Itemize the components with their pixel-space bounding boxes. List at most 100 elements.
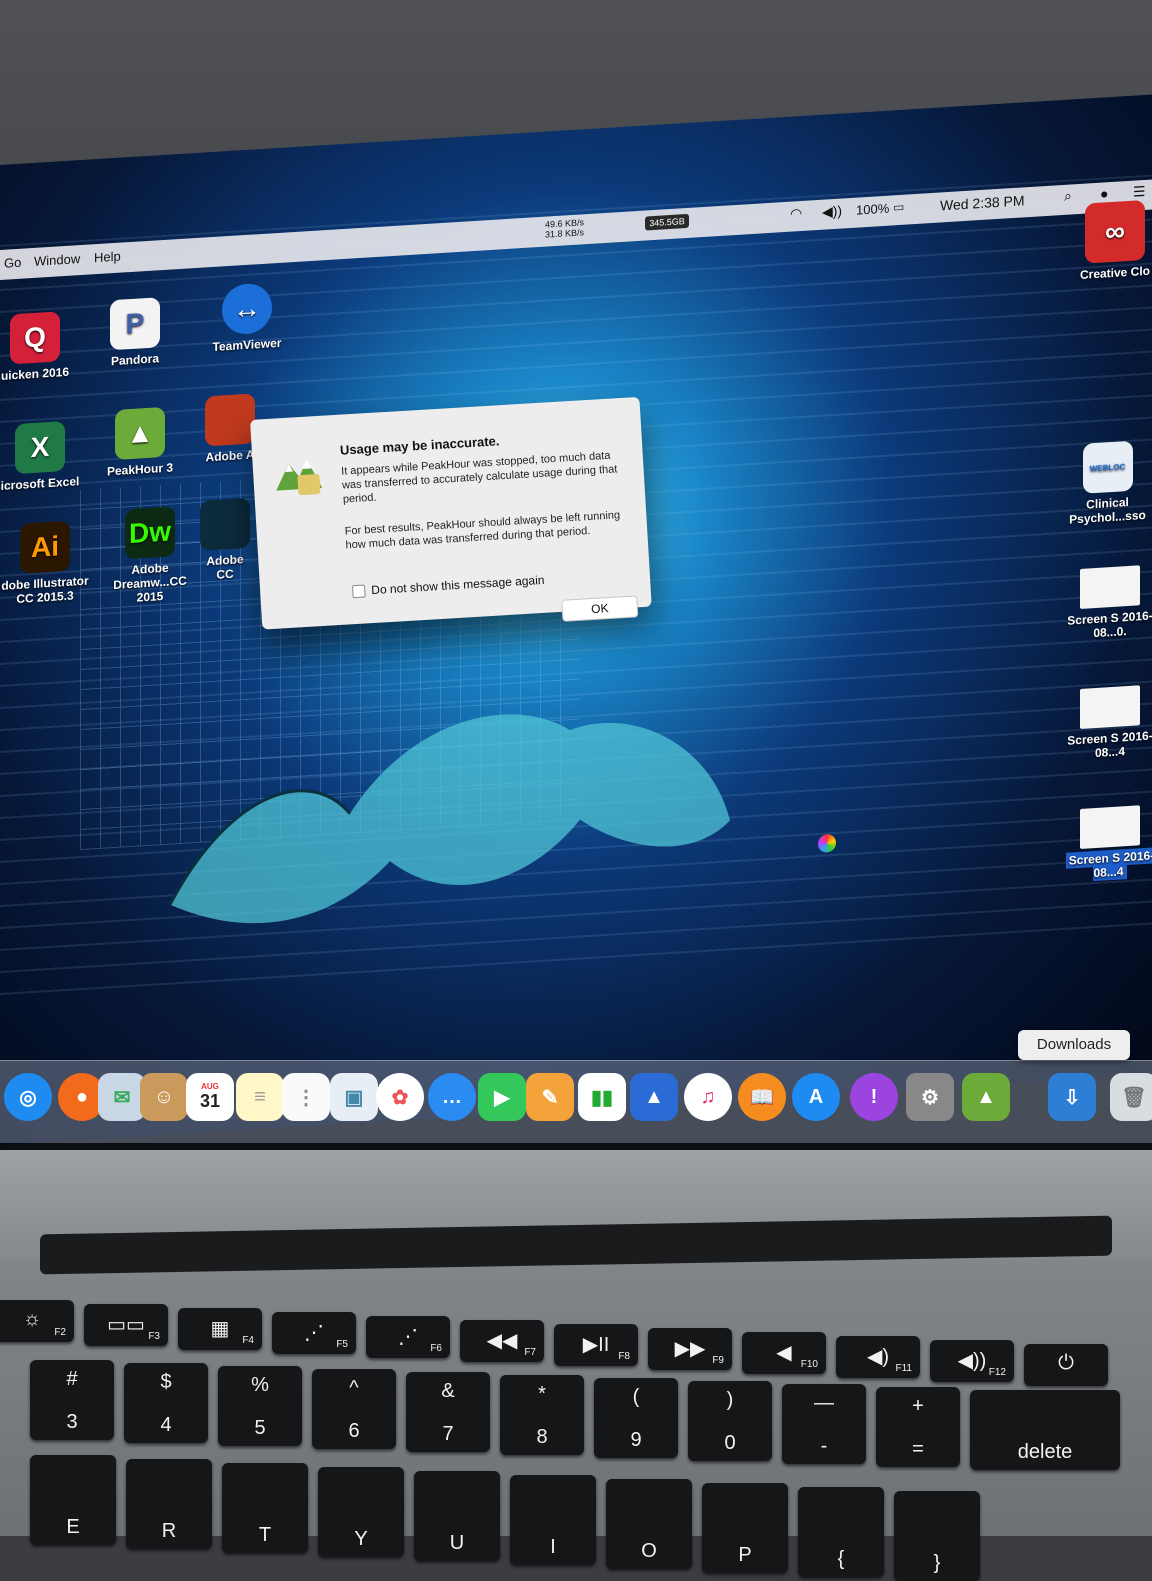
- desktop-icon-creative-cloud[interactable]: ∞ Creative Clo: [1070, 199, 1152, 283]
- messages-icon[interactable]: …: [428, 1073, 476, 1121]
- system-preferences-icon[interactable]: ⚙: [906, 1073, 954, 1121]
- function-key[interactable]: ◀) F11: [836, 1336, 920, 1378]
- number-key[interactable]: + =: [876, 1387, 960, 1467]
- number-key[interactable]: * 8: [500, 1375, 584, 1455]
- delete-key[interactable]: delete: [970, 1390, 1120, 1470]
- function-key[interactable]: ▶II F8: [554, 1324, 638, 1366]
- facetime-icon[interactable]: ▶: [478, 1073, 526, 1121]
- desktop-icon-dreamweaver[interactable]: Dw Adobe Dreamw...CC 2015: [100, 505, 200, 607]
- fn-label: F5: [336, 1339, 348, 1350]
- wallpaper-figure: [168, 714, 730, 924]
- letter-key[interactable]: O: [606, 1479, 692, 1569]
- wifi-icon[interactable]: ◠: [790, 205, 802, 223]
- function-key[interactable]: ◀ F10: [742, 1332, 826, 1374]
- key-symbol: —: [814, 1392, 834, 1414]
- volume-icon[interactable]: ◀)): [822, 202, 842, 220]
- checkbox-icon[interactable]: [351, 584, 366, 599]
- menu-help[interactable]: Help: [94, 249, 121, 266]
- number-key[interactable]: — -: [782, 1384, 866, 1464]
- calendar-icon[interactable]: AUG 31: [186, 1073, 234, 1121]
- fn-label: F10: [800, 1359, 818, 1370]
- letter-key[interactable]: I: [510, 1475, 596, 1565]
- photos-icon[interactable]: ✿: [376, 1073, 424, 1121]
- notification-center-icon[interactable]: ☰: [1133, 183, 1146, 201]
- number-key[interactable]: #3: [30, 1360, 114, 1440]
- letter-key[interactable]: Y: [318, 1467, 404, 1557]
- ibooks-icon[interactable]: 📖: [738, 1073, 786, 1121]
- downloads-stack-icon[interactable]: ⇩: [1048, 1073, 1096, 1121]
- menu-window[interactable]: Window: [34, 251, 80, 269]
- battery-percent[interactable]: 100%: [856, 201, 889, 218]
- desktop-icon-peakhour[interactable]: ▲ PeakHour 3: [100, 406, 180, 479]
- screenshot-thumbnail-icon: [1080, 805, 1140, 849]
- number-key[interactable]: $4: [124, 1363, 208, 1443]
- pages-icon[interactable]: ✎: [526, 1073, 574, 1121]
- desktop-icon-adobe-cc[interactable]: Adobe CC: [200, 497, 250, 583]
- function-key[interactable]: ▶▶ F9: [648, 1328, 732, 1370]
- number-key[interactable]: % 5: [218, 1366, 302, 1446]
- letter-key[interactable]: U: [414, 1471, 500, 1561]
- letter-key[interactable]: E: [30, 1455, 116, 1545]
- function-key[interactable]: ☼ F2: [0, 1300, 74, 1342]
- webloc-file-icon: WEBLOC: [1082, 440, 1133, 494]
- siri-icon[interactable]: ●: [1100, 185, 1108, 202]
- trash-icon[interactable]: 🗑: [1110, 1073, 1152, 1121]
- safari-icon[interactable]: ◎: [4, 1073, 52, 1121]
- desktop-icon-clinical-psychol[interactable]: WEBLOC Clinical Psychol...sso: [1060, 439, 1152, 527]
- number-key[interactable]: & 7: [406, 1372, 490, 1452]
- peakhour-dock-icon[interactable]: ▲: [962, 1073, 1010, 1121]
- reminders-icon[interactable]: ⋮: [282, 1073, 330, 1121]
- key-symbol: ⏻: [1058, 1352, 1074, 1374]
- fn-label: F11: [895, 1363, 913, 1374]
- contacts-icon[interactable]: ☺: [140, 1073, 188, 1121]
- pandora-icon: P: [110, 297, 160, 351]
- desktop-icon-illustrator[interactable]: Ai dobe Illustrator CC 2015.3: [0, 519, 90, 607]
- podcast-icon[interactable]: !: [850, 1073, 898, 1121]
- keynote-icon[interactable]: ▲: [630, 1073, 678, 1121]
- fn-label: F3: [148, 1331, 160, 1342]
- ok-button[interactable]: OK: [561, 595, 639, 622]
- desktop-icon-screenshot-1[interactable]: Screen S 2016-08...0.: [1065, 564, 1152, 642]
- numbers-icon[interactable]: ▮▮: [578, 1073, 626, 1121]
- desktop-icon-quicken[interactable]: Q uicken 2016: [0, 311, 70, 383]
- quicken-icon: Q: [10, 311, 60, 365]
- letter-key[interactable]: }: [894, 1491, 980, 1581]
- function-key[interactable]: ⏻: [1024, 1344, 1108, 1386]
- app-store-icon[interactable]: A: [792, 1073, 840, 1121]
- key-label: 4: [160, 1414, 172, 1436]
- desktop-icon-screenshot-2[interactable]: Screen S 2016-08...4: [1065, 684, 1152, 762]
- do-not-show-checkbox[interactable]: Do not show this message again: [351, 572, 545, 599]
- key-symbol: $: [160, 1371, 172, 1393]
- desktop-icon-teamviewer[interactable]: ↔ TeamViewer: [205, 281, 289, 354]
- function-key[interactable]: ◀)) F12: [930, 1340, 1014, 1382]
- number-key[interactable]: ^ 6: [312, 1369, 396, 1449]
- preview-icon[interactable]: ▣: [330, 1073, 378, 1121]
- key-label: }: [933, 1552, 941, 1574]
- alert-dialog: Usage may be inaccurate. It appears whil…: [250, 396, 652, 630]
- letter-key[interactable]: {: [798, 1487, 884, 1577]
- battery-icon[interactable]: ▭: [893, 200, 904, 215]
- checkbox-label: Do not show this message again: [370, 572, 545, 598]
- spotlight-search-icon[interactable]: ⌕: [1064, 187, 1072, 204]
- mail-icon[interactable]: ✉: [98, 1073, 146, 1121]
- desktop-icon-excel[interactable]: X icrosoft Excel: [0, 420, 80, 493]
- desktop-icon-screenshot-3[interactable]: Screen S 2016-08...4: [1065, 804, 1152, 882]
- itunes-icon[interactable]: ♫: [684, 1073, 732, 1121]
- menu-go[interactable]: Go: [4, 255, 21, 271]
- function-key[interactable]: ⋰ F5: [272, 1312, 356, 1354]
- number-key[interactable]: (9: [594, 1378, 678, 1458]
- desktop-icon-pandora[interactable]: P Pandora: [100, 297, 170, 369]
- function-key[interactable]: ▦ F4: [178, 1308, 262, 1350]
- letter-key[interactable]: P: [702, 1483, 788, 1573]
- usage-badge[interactable]: 345.5GB: [645, 213, 689, 231]
- illustrator-icon: Ai: [20, 520, 70, 574]
- key-label: 7: [442, 1423, 454, 1445]
- adobe-cc-icon: [200, 497, 250, 551]
- notes-icon[interactable]: ≡: [236, 1073, 284, 1121]
- adobe-acrobat-icon: [205, 393, 255, 447]
- function-key[interactable]: ▭▭ F3: [84, 1304, 168, 1346]
- function-key[interactable]: ◀◀ F7: [460, 1320, 544, 1362]
- letter-key[interactable]: T: [222, 1463, 308, 1553]
- function-key[interactable]: ⋰ F6: [366, 1316, 450, 1358]
- number-key[interactable]: ) 0: [688, 1381, 772, 1461]
